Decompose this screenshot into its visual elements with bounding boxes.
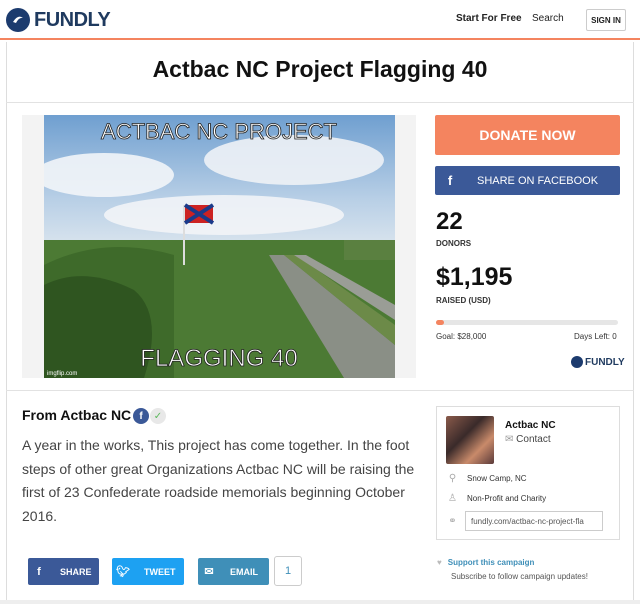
raised-label: RAISED (USD): [436, 296, 491, 305]
link-icon: ⚭: [448, 516, 457, 527]
top-navbar: FUNDLY Start For Free Search SIGN IN: [0, 0, 640, 40]
share-facebook-button[interactable]: f SHARE: [28, 558, 99, 585]
map-pin-icon: ⚲: [448, 473, 457, 484]
funding-progress-bar: [436, 320, 618, 325]
sign-in-button[interactable]: SIGN IN: [586, 9, 626, 31]
contact-label: Contact: [516, 434, 551, 445]
share-count: 1: [274, 556, 302, 586]
facebook-icon: f: [37, 565, 41, 578]
contact-link[interactable]: ✉ Contact: [505, 434, 551, 445]
organizer-category: Non-Profit and Charity: [467, 494, 547, 503]
brand-name: FUNDLY: [34, 8, 111, 31]
mini-brand-name: FUNDLY: [585, 356, 625, 368]
fundly-mark-icon: [571, 356, 583, 368]
twitter-icon: 🐦︎: [116, 566, 130, 578]
email-icon: ✉: [204, 566, 214, 578]
image-caption-bottom: FLAGGING 40: [140, 345, 297, 372]
organizer-avatar[interactable]: [446, 416, 494, 464]
ribbon-icon: ♙: [448, 493, 457, 504]
email-label: EMAIL: [230, 566, 258, 577]
donors-count: 22: [436, 208, 463, 235]
organizer-name[interactable]: Actbac NC: [505, 420, 556, 431]
section-divider: [6, 390, 634, 391]
organizer-location: Snow Camp, NC: [467, 474, 527, 483]
funding-progress-fill: [436, 320, 444, 325]
share-on-facebook-label: SHARE ON FACEBOOK: [477, 174, 599, 187]
verified-check-icon: ✓: [150, 408, 166, 424]
tweet-label: TWEET: [144, 566, 176, 577]
support-title: Support this campaign: [447, 558, 535, 567]
donate-now-button[interactable]: DONATE NOW: [435, 115, 620, 155]
donors-label: DONORS: [436, 239, 472, 248]
bottom-border: [0, 600, 640, 604]
from-organizer-heading: From Actbac NC: [22, 407, 132, 423]
image-credit: imgflip.com: [47, 371, 77, 377]
campaign-title: Actbac NC Project Flagging 40: [152, 56, 488, 82]
raised-amount: $1,195: [436, 263, 513, 291]
organizer-link-row: ⚭: [448, 516, 457, 527]
facebook-verified-icon[interactable]: f: [133, 408, 149, 424]
campaign-url-field[interactable]: fundly.com/actbac-nc-project-fla: [465, 511, 603, 531]
facebook-icon: f: [447, 173, 453, 188]
support-campaign-link[interactable]: ♥ Support this campaign: [437, 558, 534, 567]
fundly-logo-icon: [6, 8, 30, 32]
image-caption-top: ACTBAC NC PROJECT: [101, 119, 337, 144]
fundly-logo[interactable]: FUNDLY: [6, 8, 111, 32]
support-subtitle: Subscribe to follow campaign updates!: [451, 572, 588, 581]
campaign-image: ACTBAC NC PROJECT FLAGGING 40 imgflip.co…: [22, 115, 416, 378]
search-link[interactable]: Search: [532, 13, 564, 24]
heart-icon: ♥: [437, 558, 442, 567]
envelope-icon: ✉: [505, 434, 517, 445]
title-divider: [6, 102, 634, 103]
start-for-free-link[interactable]: Start For Free: [456, 13, 522, 24]
tweet-button[interactable]: 🐦︎ TWEET: [112, 558, 184, 585]
organizer-category-row: ♙ Non-Profit and Charity: [448, 493, 546, 504]
campaign-story: A year in the works, This project has co…: [22, 437, 415, 524]
email-button[interactable]: ✉ EMAIL: [198, 558, 269, 585]
campaign-photo: ACTBAC NC PROJECT FLAGGING 40 imgflip.co…: [44, 115, 395, 378]
share-on-facebook-button[interactable]: f SHARE ON FACEBOOK: [435, 166, 620, 195]
mini-fundly-logo: FUNDLY: [571, 356, 625, 368]
organizer-location-row: ⚲ Snow Camp, NC: [448, 473, 527, 484]
goal-text: Goal: $28,000: [436, 332, 487, 341]
share-facebook-label: SHARE: [60, 566, 92, 577]
days-left-text: Days Left: 0: [574, 332, 617, 341]
